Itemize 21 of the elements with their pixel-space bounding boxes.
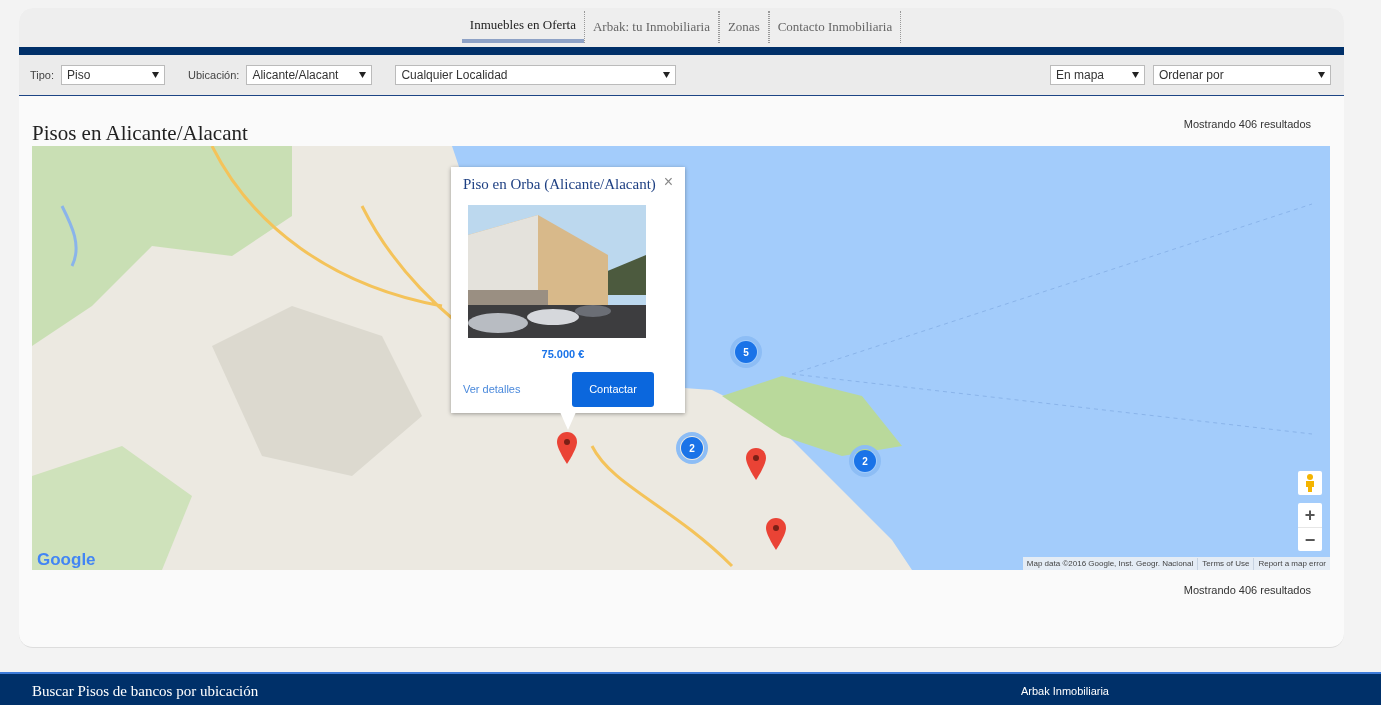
page-heading: Pisos en Alicante/Alacant [32,120,248,147]
results-count: Mostrando 406 resultados [1183,117,1311,132]
caret-icon [1318,72,1325,78]
dropdown[interactable]: En mapa [1050,65,1145,85]
nav-tab[interactable]: Contacto Inmobiliaria [768,11,902,43]
caret-icon [359,72,367,78]
caret-icon [152,72,160,78]
dropdown[interactable]: Alicante/Alacant [246,65,373,85]
footer-column-title: Arbak Inmobiliaria [1020,686,1109,697]
dropdown[interactable]: Ordenar por [1153,65,1331,85]
results-count: Mostrando 406 resultados [1183,583,1311,598]
filter-label: Tipo: [30,67,55,83]
caret-icon [663,72,671,78]
footer-heading: Buscar Pisos de bancos por ubicación [32,684,259,699]
caret-icon [1132,72,1139,78]
dropdown[interactable]: Piso [61,65,166,85]
filter-label: Ubicación: [188,67,240,83]
nav-tab[interactable]: Arbak: tu Inmobiliaria [583,11,719,43]
nav-tab[interactable]: Inmuebles en Oferta [461,11,584,43]
nav-tab[interactable]: Zonas [718,11,769,43]
dropdown[interactable]: Cualquier Localidad [395,65,677,85]
